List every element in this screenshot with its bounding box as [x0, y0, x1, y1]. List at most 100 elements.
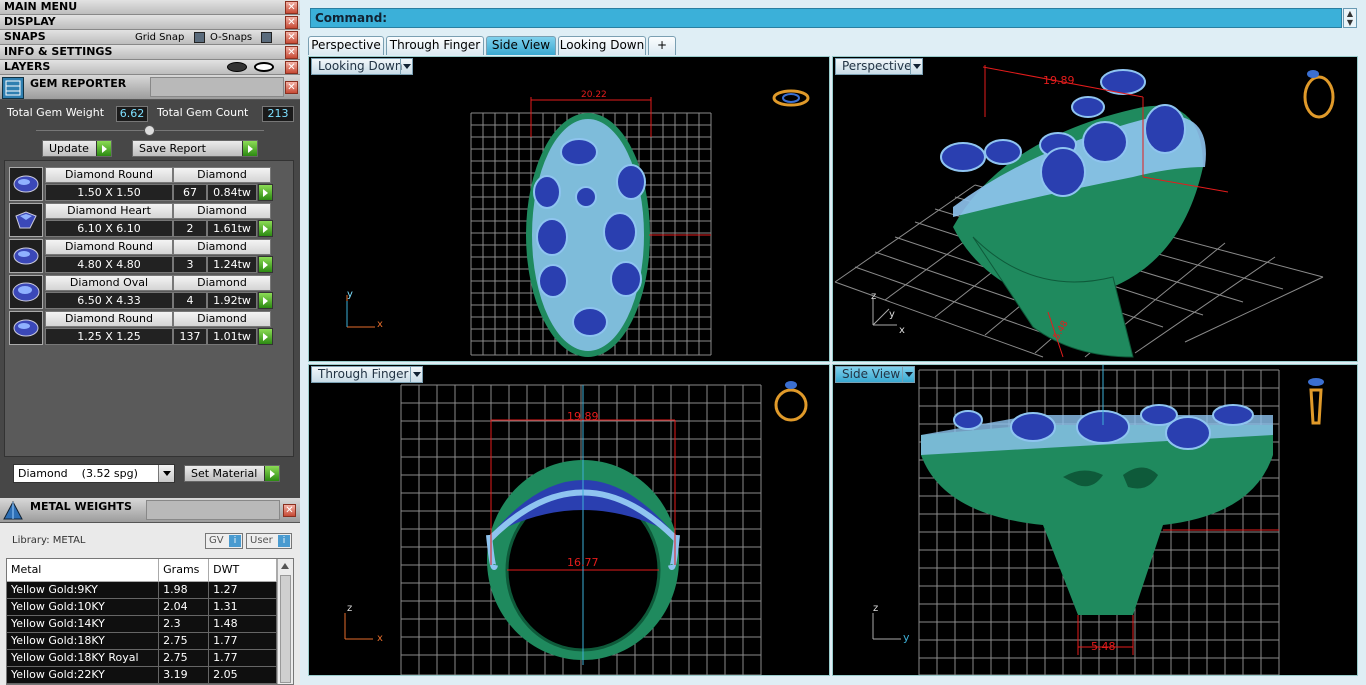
gem-row[interactable]: Diamond Round Diamond 4.80 X 4.80 3 1.24… [9, 239, 273, 273]
viewport-canvas[interactable]: 19.89 16.77 z x [309, 365, 830, 676]
gv-label: GV [209, 535, 224, 546]
select-gem-button[interactable] [258, 328, 273, 345]
viewport-looking-down[interactable]: 20.22 y x Looking Down [308, 56, 830, 362]
gv-toggle[interactable]: GV i [205, 533, 243, 549]
viewport-side-view[interactable]: 5.48 z y Side View [832, 364, 1358, 676]
viewport-through-finger[interactable]: 19.89 16.77 z x Through Finger [308, 364, 830, 676]
chevron-down-icon[interactable] [158, 465, 174, 482]
info-settings-label: INFO & SETTINGS [4, 45, 113, 58]
gem-row[interactable]: Diamond Heart Diamond 6.10 X 6.10 2 1.61… [9, 203, 273, 237]
table-row[interactable]: Yellow Gold:10KY 2.04 1.31 [7, 598, 277, 616]
viewport-canvas[interactable]: 5.48 z y [833, 365, 1358, 676]
save-report-button[interactable]: Save Report [132, 140, 258, 157]
metal-name: Yellow Gold:9KY [7, 581, 160, 599]
viewport-label[interactable]: Looking Down [311, 58, 413, 75]
gem-name: Diamond Round [45, 167, 173, 183]
set-material-button[interactable]: Set Material [184, 465, 280, 482]
tab-side-view[interactable]: Side View [486, 36, 556, 55]
viewport-canvas[interactable]: 19.89 5.48 z x y [833, 57, 1358, 362]
table-row[interactable]: Yellow Gold:18KY 2.75 1.77 [7, 632, 277, 650]
command-label: Command: [315, 11, 388, 25]
metal-name: Yellow Gold:22KY [7, 666, 160, 684]
metal-grams: 2.3 [158, 615, 210, 633]
play-icon [96, 141, 111, 156]
metal-dwt: 1.77 [208, 649, 277, 667]
gem-weight: 1.01tw [207, 328, 257, 345]
chevron-down-icon[interactable] [410, 367, 422, 382]
close-icon[interactable]: ✕ [285, 61, 298, 74]
tab-looking-down[interactable]: Looking Down [558, 36, 646, 55]
gem-row[interactable]: Diamond Round Diamond 1.25 X 1.25 137 1.… [9, 311, 273, 345]
tab-through-finger[interactable]: Through Finger [386, 36, 484, 55]
close-icon[interactable]: ✕ [285, 46, 298, 59]
chevron-down-icon[interactable] [902, 367, 914, 382]
viewport-perspective[interactable]: 19.89 5.48 z x y Perspective [832, 56, 1358, 362]
table-row[interactable]: Yellow Gold:22KY 3.19 2.05 [7, 666, 277, 684]
main-menu-bar[interactable]: MAIN MENU ✕ [0, 0, 300, 15]
column-header[interactable]: Metal [7, 559, 160, 582]
left-panel: MAIN MENU ✕ DISPLAY ✕ SNAPS Grid Snap O-Sn… [0, 0, 300, 685]
chevron-down-icon[interactable] [910, 59, 922, 74]
grid-snap-checkbox[interactable] [194, 30, 205, 45]
gem-type: Diamond [173, 275, 271, 291]
close-icon[interactable]: ✕ [285, 1, 298, 14]
gem-row[interactable]: Diamond Oval Diamond 6.50 X 4.33 4 1.92t… [9, 275, 273, 309]
table-row[interactable]: Yellow Gold:9KY 1.98 1.27 [7, 581, 277, 599]
user-toggle[interactable]: User i [246, 533, 292, 549]
gem-row[interactable]: Diamond Round Diamond 1.50 X 1.50 67 0.8… [9, 167, 273, 201]
layers-bar[interactable]: LAYERS ✕ [0, 60, 300, 75]
axis-label-z: z [873, 603, 878, 614]
metal-dwt: 1.31 [208, 598, 277, 616]
material-select[interactable]: Diamond (3.52 spg) [13, 464, 175, 483]
chevron-down-icon[interactable] [400, 59, 412, 74]
viewport-label[interactable]: Perspective [835, 58, 923, 75]
viewport-label[interactable]: Side View [835, 366, 915, 383]
close-icon[interactable]: ✕ [285, 16, 298, 29]
chevron-up-icon[interactable] [281, 563, 289, 569]
select-gem-button[interactable] [258, 256, 273, 273]
close-icon[interactable]: ✕ [283, 504, 296, 517]
total-gem-weight-label: Total Gem Weight [7, 106, 105, 119]
view-cube-icon[interactable] [774, 381, 808, 422]
material-select-value: Diamond (3.52 spg) [18, 467, 138, 480]
layers-label: LAYERS [4, 60, 51, 73]
viewport-canvas[interactable]: 20.22 y x [309, 57, 830, 362]
vertical-scrollbar[interactable] [277, 559, 293, 684]
eye-closed-icon[interactable] [227, 62, 247, 72]
viewport-label[interactable]: Through Finger [311, 366, 423, 383]
close-icon[interactable]: ✕ [285, 81, 298, 94]
gem-reporter-icon [2, 77, 24, 99]
close-icon[interactable]: ✕ [285, 31, 298, 44]
update-button[interactable]: Update [42, 140, 112, 157]
column-header[interactable]: DWT [208, 559, 277, 582]
view-cube-icon[interactable] [1303, 70, 1335, 119]
table-row[interactable]: Yellow Gold:14KY 2.3 1.48 [7, 615, 277, 633]
play-icon [242, 141, 257, 156]
tab-perspective[interactable]: Perspective [308, 36, 384, 55]
metal-dwt: 1.77 [208, 632, 277, 650]
axis-indicator: z y [872, 603, 910, 644]
display-label: DISPLAY [4, 15, 56, 28]
command-bar[interactable]: Command: [310, 8, 1342, 28]
collapse-handle[interactable] [144, 125, 155, 136]
snaps-bar[interactable]: SNAPS Grid Snap O-Snaps ✕ [0, 30, 300, 45]
display-bar[interactable]: DISPLAY ✕ [0, 15, 300, 30]
gem-name: Diamond Heart [45, 203, 173, 219]
gem-count: 137 [173, 328, 207, 345]
column-header[interactable]: Grams [158, 559, 210, 582]
gem-thumbnail [9, 275, 43, 309]
metal-table: Metal Grams DWT Yellow Gold:9KY 1.98 1.27 … [6, 558, 294, 685]
scroll-thumb[interactable] [280, 575, 291, 683]
view-cube-icon[interactable] [772, 89, 810, 107]
select-gem-button[interactable] [258, 184, 273, 201]
eye-icon[interactable] [254, 62, 274, 72]
view-cube-icon[interactable] [1308, 378, 1324, 425]
command-scroll-button[interactable]: ▲ ▼ [1343, 8, 1357, 28]
select-gem-button[interactable] [258, 220, 273, 237]
add-tab-button[interactable]: + [648, 36, 676, 55]
info-settings-bar[interactable]: INFO & SETTINGS ✕ [0, 45, 300, 60]
tab-label: Side View [491, 38, 551, 52]
table-row[interactable]: Yellow Gold:18KY Royal 2.75 1.77 [7, 649, 277, 667]
o-snaps-checkbox[interactable] [261, 30, 272, 45]
select-gem-button[interactable] [258, 292, 273, 309]
